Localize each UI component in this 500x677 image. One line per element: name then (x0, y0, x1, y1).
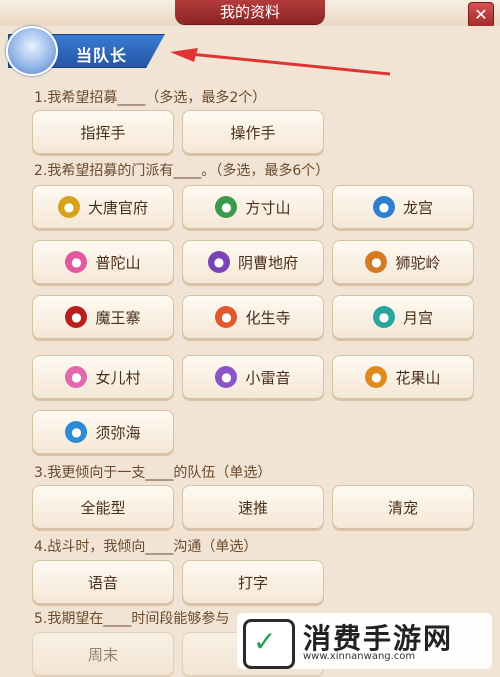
花果山-icon: ● (365, 366, 388, 388)
sect-button-狮驼岭[interactable]: ● 狮驼岭 (332, 240, 474, 284)
option-全能型[interactable]: 全能型 (32, 485, 174, 529)
魔王寨-icon: ● (65, 306, 88, 328)
option-操作手[interactable]: 操作手 (182, 110, 324, 154)
avatar (6, 26, 58, 76)
option-label: 方寸山 (245, 198, 291, 217)
sect-button-大唐官府[interactable]: ● 大唐官府 (32, 185, 174, 229)
阴曹地府-icon: ● (207, 251, 230, 273)
女儿村-icon: ● (65, 366, 88, 388)
option-label: 小雷音 (245, 368, 291, 387)
化生寺-icon: ● (215, 306, 238, 328)
option-label: 全能型 (80, 498, 126, 517)
leader-label: 当队长 (76, 46, 128, 65)
option-label: 语音 (87, 573, 118, 592)
watermark-url: www.xinnanwang.com (303, 651, 416, 662)
window-title-bar: 我的资料 ✕ (0, 0, 500, 28)
option-指挥手[interactable]: 指挥手 (32, 110, 174, 154)
小雷音-icon: ● (215, 366, 238, 388)
方寸山-icon: ● (215, 196, 238, 218)
option-label: 龙宫 (402, 198, 433, 217)
option-label: 操作手 (230, 123, 276, 142)
section-3-question: 3.我更倾向于一支____的队伍（单选） (34, 465, 272, 481)
site-watermark: ✓ 消费手游网 www.xinnanwang.com (237, 613, 492, 669)
option-label: 大唐官府 (87, 198, 148, 217)
sect-button-龙宫[interactable]: ● 龙宫 (332, 185, 474, 229)
sect-button-化生寺[interactable]: ● 化生寺 (182, 295, 324, 339)
section-1-question: 1.我希望招募____（多选，最多2个） (34, 90, 267, 106)
option-label: 女儿村 (95, 368, 141, 387)
大唐官府-icon: ● (57, 196, 80, 218)
sect-button-普陀山[interactable]: ● 普陀山 (32, 240, 174, 284)
sect-button-魔王寨[interactable]: ● 魔王寨 (32, 295, 174, 339)
option-label: 化生寺 (245, 308, 291, 327)
option-清宠[interactable]: 清宠 (332, 485, 474, 529)
red-arrow-icon (170, 48, 391, 76)
section-2-question: 2.我希望招募的门派有____。（多选，最多6个） (34, 163, 330, 179)
option-速推[interactable]: 速推 (182, 485, 324, 529)
section-5-question: 5.我期望在____时间段能够参与 (34, 611, 230, 627)
option-label: 魔王寨 (95, 308, 141, 327)
option-label: 月宫 (402, 308, 433, 327)
option-label: 普陀山 (95, 253, 141, 272)
option-label: 打字 (237, 573, 268, 592)
sect-button-小雷音[interactable]: ● 小雷音 (182, 355, 324, 399)
普陀山-icon: ● (65, 251, 88, 273)
option-打字[interactable]: 打字 (182, 560, 324, 604)
sect-button-方寸山[interactable]: ● 方寸山 (182, 185, 324, 229)
sect-button-月宫[interactable]: ● 月宫 (332, 295, 474, 339)
option-label: 指挥手 (80, 123, 126, 142)
龙宫-icon: ● (372, 196, 395, 218)
option-周末[interactable]: 周末 (32, 632, 174, 676)
option-语音[interactable]: 语音 (32, 560, 174, 604)
option-label: 须弥海 (95, 423, 141, 442)
sect-button-须弥海[interactable]: ● 须弥海 (32, 410, 174, 454)
sect-button-阴曹地府[interactable]: ● 阴曹地府 (182, 240, 324, 284)
option-label: 阴曹地府 (237, 253, 298, 272)
section-4-question: 4.战斗时，我倾向____沟通（单选） (34, 539, 258, 555)
sect-button-花果山[interactable]: ● 花果山 (332, 355, 474, 399)
option-label: 狮驼岭 (395, 253, 441, 272)
close-button[interactable]: ✕ (468, 2, 494, 28)
狮驼岭-icon: ● (365, 251, 388, 273)
option-label: 周末 (87, 645, 118, 664)
须弥海-icon: ● (65, 421, 88, 443)
window-title: 我的资料 (175, 0, 325, 24)
option-label: 清宠 (387, 498, 418, 517)
option-label: 速推 (237, 498, 268, 517)
check-icon: ✓ (253, 625, 277, 658)
月宫-icon: ● (372, 306, 395, 328)
option-label: 花果山 (395, 368, 441, 387)
sect-button-女儿村[interactable]: ● 女儿村 (32, 355, 174, 399)
